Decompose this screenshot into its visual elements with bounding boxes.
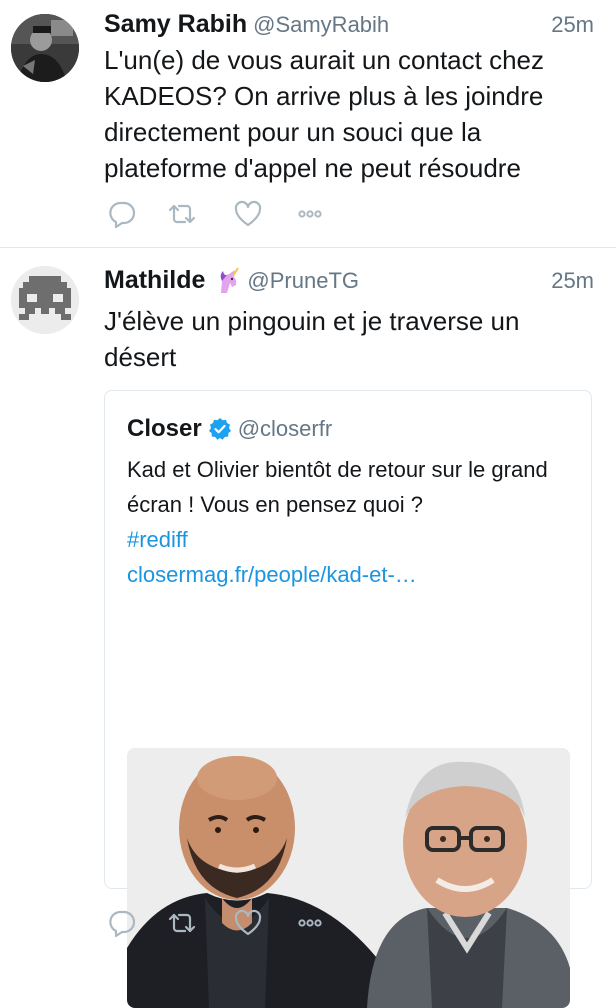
tweet[interactable]: Mathilde @PruneTG 25m J'élève un pingoui… [0,249,616,1008]
quoted-text-block: Kad et Olivier bientôt de retour sur le … [127,452,571,592]
tweet[interactable]: Samy Rabih @SamyRabih 25m L'un(e) de vous… [0,0,616,248]
quoted-text: Kad et Olivier bientôt de retour sur le … [127,457,548,517]
retweet-icon[interactable] [164,196,200,232]
reply-icon[interactable] [104,905,140,941]
timestamp[interactable]: 25m [551,12,594,38]
display-name[interactable]: Samy Rabih [104,10,247,38]
like-icon[interactable] [230,905,266,941]
like-icon[interactable] [230,196,266,232]
unicorn-icon [213,266,241,295]
tweet-actions [104,196,344,232]
display-name[interactable]: Mathilde [104,266,205,294]
reply-icon[interactable] [104,196,140,232]
verified-badge-icon [208,417,232,441]
quoted-username[interactable]: @closerfr [238,416,332,441]
photo-two-men[interactable] [127,748,570,1008]
retweet-icon[interactable] [164,905,200,941]
tweet-actions [104,905,344,941]
quoted-tweet[interactable]: Closer @closerfr Kad et Olivier bientôt … [104,390,592,1008]
username[interactable]: @PruneTG [247,268,359,293]
hashtag-link[interactable]: #rediff [127,522,571,557]
tweet-text: L'un(e) de vous aurait un contact chez K… [104,45,545,183]
avatar[interactable] [11,266,79,334]
timestamp[interactable]: 25m [551,268,594,294]
username[interactable]: @SamyRabih [253,12,389,37]
url-link[interactable]: closermag.fr/people/kad-et-… [127,557,571,592]
more-icon[interactable] [292,196,328,232]
quoted-display-name[interactable]: Closer [127,415,202,442]
more-icon[interactable] [292,905,328,941]
tweet-text: J'élève un pingouin et je traverse un dé… [104,306,520,372]
avatar[interactable] [11,14,79,82]
